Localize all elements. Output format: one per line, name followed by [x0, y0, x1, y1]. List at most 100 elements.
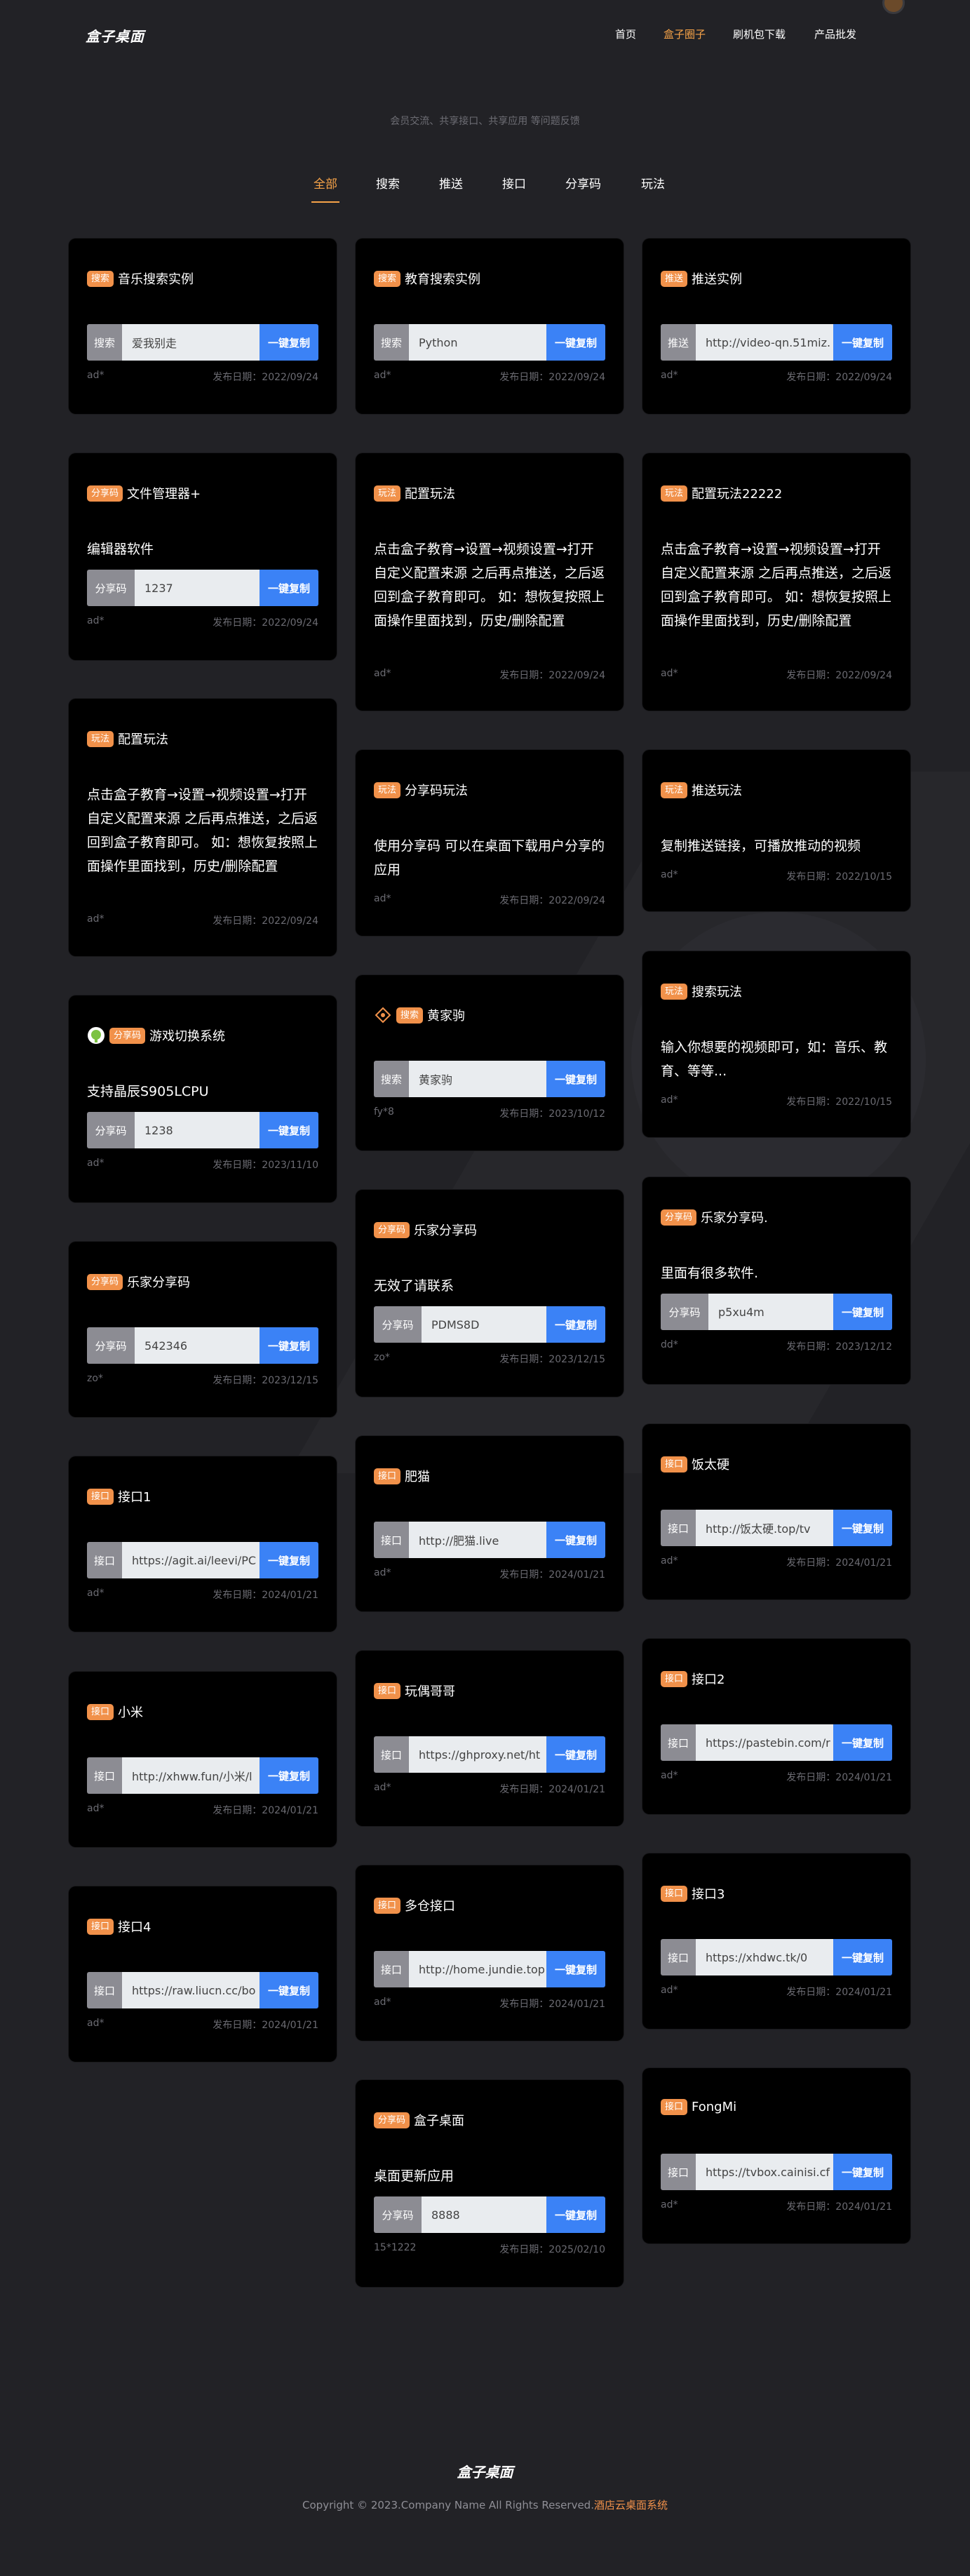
copy-value[interactable]: 1237 [135, 570, 260, 606]
post-card[interactable]: 分享码 乐家分享码 无效了请联系 分享码 PDMS8D 一键复制 zo* 发布日… [356, 1190, 624, 1397]
post-card[interactable]: 推送 推送实例 推送 http://video-qn.51miz. 一键复制 a… [642, 239, 910, 414]
copy-value[interactable]: p5xu4m [708, 1294, 833, 1330]
card-meta: ad* 发布日期：2022/09/24 [374, 893, 605, 907]
post-card[interactable]: 接口 接口2 接口 https://pastebin.com/r 一键复制 ad… [642, 1639, 910, 1814]
card-description: 点击盒子教育→设置→视频设置→打开自定义配置来源 之后再点推送，之后返回到盒子教… [374, 542, 605, 629]
author-name: ad* [87, 370, 105, 381]
copy-button[interactable]: 一键复制 [260, 570, 318, 606]
tab-all[interactable]: 全部 [311, 174, 339, 203]
post-card[interactable]: 分享码 游戏切换系统 支持晶辰S905LCPU 分享码 1238 一键复制 ad… [69, 995, 337, 1202]
copy-button[interactable]: 一键复制 [833, 1724, 892, 1761]
copy-value[interactable]: http://home.jundie.top [409, 1951, 546, 1987]
card-title: 乐家分享码 [127, 1275, 191, 1290]
nav-item-community[interactable]: 盒子圈子 [663, 27, 706, 41]
card-meta: ad* 发布日期：2022/09/24 [87, 615, 318, 629]
post-card[interactable]: 接口 小米 接口 http://xhww.fun/小米/l 一键复制 ad* 发… [69, 1672, 337, 1847]
post-card[interactable]: 分享码 乐家分享码 分享码 542346 一键复制 zo* 发布日期：2023/… [69, 1242, 337, 1417]
post-card[interactable]: 接口 FongMi 接口 https://tvbox.cainisi.cf 一键… [642, 2068, 910, 2243]
post-card[interactable]: 接口 饭太硬 接口 http://饭太硬.top/tv 一键复制 ad* 发布日… [642, 1424, 910, 1599]
post-card[interactable]: 玩法 推送玩法 复制推送链接，可播放推动的视频 ad* 发布日期：2022/10… [642, 750, 910, 911]
copy-value[interactable]: http://肥猫.live [409, 1522, 546, 1558]
copy-value[interactable]: https://agit.ai/leevi/PC [122, 1542, 260, 1578]
copy-value[interactable]: http://xhww.fun/小米/l [122, 1757, 260, 1794]
category-badge: 分享码 [109, 1027, 146, 1044]
user-avatar[interactable] [882, 0, 905, 14]
site-logo[interactable]: 盒子桌面 [86, 25, 144, 46]
author-name: ad* [661, 668, 678, 679]
post-card[interactable]: 接口 接口1 接口 https://agit.ai/leevi/PC 一键复制 … [69, 1456, 337, 1632]
post-card[interactable]: 玩法 搜索玩法 输入你想要的视频即可，如：音乐、教育、等等... ad* 发布日… [642, 951, 910, 1137]
tab-push[interactable]: 推送 [439, 174, 463, 192]
tab-search[interactable]: 搜索 [376, 174, 400, 192]
copy-value[interactable]: Python [409, 324, 546, 361]
copy-button[interactable]: 一键复制 [546, 1306, 605, 1343]
copy-value[interactable]: https://xhdwc.tk/0 [696, 1939, 833, 1975]
post-card[interactable]: 搜索 教育搜索实例 搜索 Python 一键复制 ad* 发布日期：2022/0… [356, 239, 624, 414]
copy-row: 接口 https://pastebin.com/r 一键复制 [661, 1724, 892, 1761]
post-card[interactable]: 玩法 配置玩法22222 点击盒子教育→设置→视频设置→打开自定义配置来源 之后… [642, 453, 910, 711]
post-card[interactable]: 玩法 配置玩法 点击盒子教育→设置→视频设置→打开自定义配置来源 之后再点推送，… [356, 453, 624, 711]
post-card[interactable]: 分享码 乐家分享码. 里面有很多软件. 分享码 p5xu4m 一键复制 dd* … [642, 1177, 910, 1384]
post-card[interactable]: 玩法 配置玩法 点击盒子教育→设置→视频设置→打开自定义配置来源 之后再点推送，… [69, 699, 337, 956]
copy-button[interactable]: 一键复制 [546, 1061, 605, 1097]
copy-button[interactable]: 一键复制 [260, 1972, 318, 2008]
post-card[interactable]: 接口 肥猫 接口 http://肥猫.live 一键复制 ad* 发布日期：20… [356, 1436, 624, 1611]
post-card[interactable]: 搜索 音乐搜索实例 搜索 爱我别走 一键复制 ad* 发布日期：2022/09/… [69, 239, 337, 414]
card-description: 点击盒子教育→设置→视频设置→打开自定义配置来源 之后再点推送，之后返回到盒子教… [661, 542, 892, 629]
author-name: ad* [374, 668, 391, 679]
copy-value[interactable]: http://饭太硬.top/tv [696, 1510, 833, 1546]
copy-button[interactable]: 一键复制 [260, 1327, 318, 1364]
post-card[interactable]: 接口 多仓接口 接口 http://home.jundie.top 一键复制 a… [356, 1865, 624, 2041]
tab-interface[interactable]: 接口 [502, 174, 526, 192]
footer-logo: 盒子桌面 [457, 2464, 513, 2481]
nav-item-home[interactable]: 首页 [615, 27, 636, 41]
card-description: 复制推送链接，可播放推动的视频 [661, 838, 861, 854]
copy-value[interactable]: https://ghproxy.net/ht [409, 1736, 546, 1773]
copy-value[interactable]: http://video-qn.51miz. [696, 324, 833, 361]
nav-item-wholesale[interactable]: 产品批发 [814, 27, 856, 41]
copy-button[interactable]: 一键复制 [546, 2196, 605, 2233]
copy-value[interactable]: 1238 [135, 1112, 260, 1148]
copy-value[interactable]: https://tvbox.cainisi.cf [696, 2154, 833, 2190]
post-card[interactable]: 接口 接口4 接口 https://raw.liucn.cc/bo 一键复制 a… [69, 1886, 337, 2062]
copy-button[interactable]: 一键复制 [546, 324, 605, 361]
copy-value[interactable]: https://pastebin.com/r [696, 1724, 833, 1761]
card-title: 接口3 [692, 1887, 725, 1902]
post-card[interactable]: 接口 接口3 接口 https://xhdwc.tk/0 一键复制 ad* 发布… [642, 1853, 910, 2029]
copy-button[interactable]: 一键复制 [546, 1736, 605, 1773]
card-meta: zo* 发布日期：2023/12/15 [374, 1352, 605, 1366]
post-card[interactable]: 接口 玩偶哥哥 接口 https://ghproxy.net/ht 一键复制 a… [356, 1651, 624, 1826]
tab-share-code[interactable]: 分享码 [565, 174, 601, 192]
copy-value[interactable]: 黄家驹 [409, 1061, 546, 1097]
copy-value[interactable]: PDMS8D [422, 1306, 546, 1343]
post-card[interactable]: 分享码 文件管理器+ 编辑器软件 分享码 1237 一键复制 ad* 发布日期：… [69, 453, 337, 660]
post-card[interactable]: 分享码 盒子桌面 桌面更新应用 分享码 8888 一键复制 15*1222 发布… [356, 2080, 624, 2287]
copy-button[interactable]: 一键复制 [833, 2154, 892, 2190]
copy-button[interactable]: 一键复制 [260, 324, 318, 361]
author-name: ad* [87, 2018, 105, 2029]
card-meta: ad* 发布日期：2022/10/15 [661, 1094, 892, 1108]
tab-tips[interactable]: 玩法 [641, 174, 665, 192]
copy-value[interactable]: 542346 [135, 1327, 260, 1364]
nav-item-firmware-download[interactable]: 刷机包下载 [733, 27, 786, 41]
copy-button[interactable]: 一键复制 [833, 1939, 892, 1975]
copy-button[interactable]: 一键复制 [833, 1294, 892, 1330]
post-card[interactable]: 玩法 分享码玩法 使用分享码 可以在桌面下载用户分享的应用 ad* 发布日期：2… [356, 750, 624, 936]
copy-value[interactable]: https://raw.liucn.cc/bo [122, 1972, 260, 2008]
copy-button[interactable]: 一键复制 [260, 1112, 318, 1148]
copy-button[interactable]: 一键复制 [260, 1757, 318, 1794]
copy-value[interactable]: 爱我别走 [122, 324, 260, 361]
copy-button[interactable]: 一键复制 [833, 324, 892, 361]
publish-date: 发布日期：2022/09/24 [213, 915, 318, 927]
copy-button[interactable]: 一键复制 [833, 1510, 892, 1546]
copy-button[interactable]: 一键复制 [546, 1522, 605, 1558]
author-name: ad* [661, 2199, 678, 2211]
field-label: 接口 [374, 1951, 409, 1987]
copy-button[interactable]: 一键复制 [260, 1542, 318, 1578]
author-name: ad* [374, 1997, 391, 2008]
post-card[interactable]: 搜索 黄家驹 搜索 黄家驹 一键复制 fy*8 发布日期：2023/10/12 [356, 975, 624, 1151]
card-header: 玩法 推送玩法 [661, 781, 742, 799]
footer-link[interactable]: 酒店云桌面系统 [594, 2499, 668, 2511]
copy-button[interactable]: 一键复制 [546, 1951, 605, 1987]
copy-value[interactable]: 8888 [422, 2196, 546, 2233]
